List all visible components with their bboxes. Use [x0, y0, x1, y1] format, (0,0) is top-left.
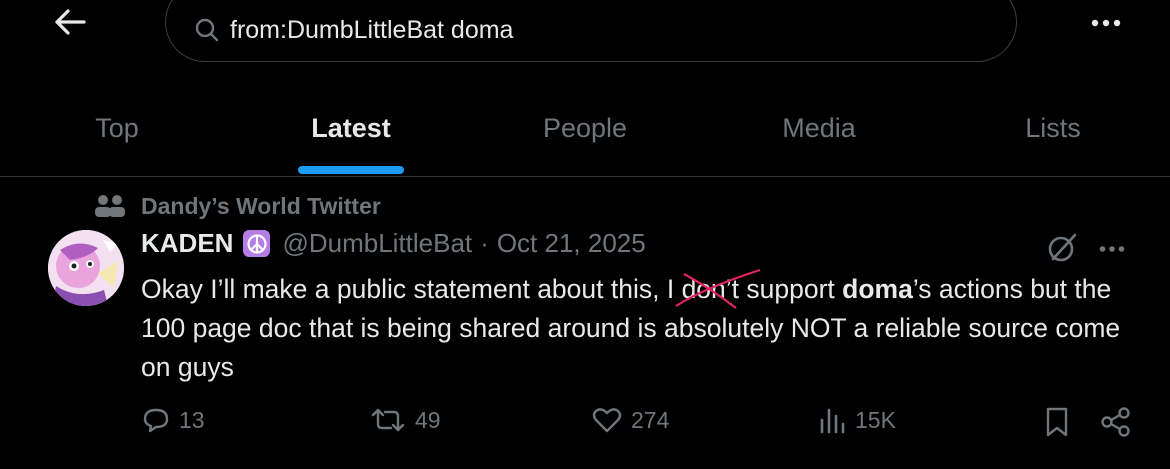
- active-tab-indicator: [298, 166, 404, 174]
- post-actions: 13 49 274 15K: [141, 406, 1141, 450]
- peace-sign-icon: [243, 230, 271, 257]
- bookmark-button[interactable]: [1043, 406, 1079, 438]
- author-name[interactable]: KADEN: [141, 228, 233, 259]
- views-button[interactable]: 15K: [817, 406, 896, 434]
- repost-icon: [371, 408, 405, 432]
- repost-count: 49: [415, 406, 441, 433]
- share-icon: [1101, 407, 1130, 437]
- reply-button[interactable]: 13: [141, 406, 205, 434]
- like-button[interactable]: 274: [591, 406, 669, 434]
- separator-dot: ·: [480, 228, 489, 258]
- tab-latest[interactable]: Latest: [234, 80, 468, 176]
- post-text-part1: Okay I’ll make a public statement about …: [141, 274, 682, 304]
- heart-icon: [592, 408, 622, 433]
- community-context[interactable]: Dandy’s World Twitter: [93, 192, 381, 220]
- search-icon: [194, 17, 220, 43]
- arrow-left-icon: [54, 8, 86, 41]
- more-options-button[interactable]: [1086, 8, 1126, 38]
- grok-icon: [1045, 231, 1079, 270]
- tab-media[interactable]: Media: [702, 80, 936, 176]
- community-icon: [93, 192, 127, 220]
- struck-word: don’t: [674, 268, 760, 309]
- bookmark-icon: [1046, 407, 1068, 437]
- highlighted-keyword: doma: [842, 274, 913, 304]
- post-header: KADEN @DumbLittleBat · Oct 21, 2025: [141, 228, 646, 259]
- views-count: 15K: [855, 406, 896, 433]
- tab-lists[interactable]: Lists: [936, 80, 1170, 176]
- more-horizontal-icon: [1099, 240, 1125, 258]
- reply-count: 13: [179, 406, 205, 433]
- share-button[interactable]: [1099, 406, 1141, 438]
- back-button[interactable]: [48, 4, 92, 44]
- author-handle[interactable]: @DumbLittleBat: [282, 228, 472, 259]
- search-box[interactable]: [165, 0, 1017, 62]
- tab-top[interactable]: Top: [0, 80, 234, 176]
- reply-icon: [143, 408, 169, 433]
- views-chart-icon: [820, 408, 845, 434]
- avatar[interactable]: [48, 230, 124, 306]
- repost-button[interactable]: 49: [369, 406, 441, 434]
- post-more-button[interactable]: [1092, 234, 1132, 264]
- search-input[interactable]: [230, 15, 930, 45]
- more-horizontal-icon: [1091, 14, 1121, 32]
- post-date[interactable]: Oct 21, 2025: [497, 228, 646, 259]
- like-count: 274: [631, 406, 670, 433]
- search-tabs: Top Latest People Media Lists: [0, 80, 1170, 177]
- red-strike-mark: [674, 268, 760, 309]
- community-name: Dandy’s World Twitter: [141, 192, 381, 219]
- grok-button[interactable]: [1042, 232, 1082, 268]
- post-body: Okay I’ll make a public statement about …: [141, 268, 1141, 387]
- tab-people[interactable]: People: [468, 80, 702, 176]
